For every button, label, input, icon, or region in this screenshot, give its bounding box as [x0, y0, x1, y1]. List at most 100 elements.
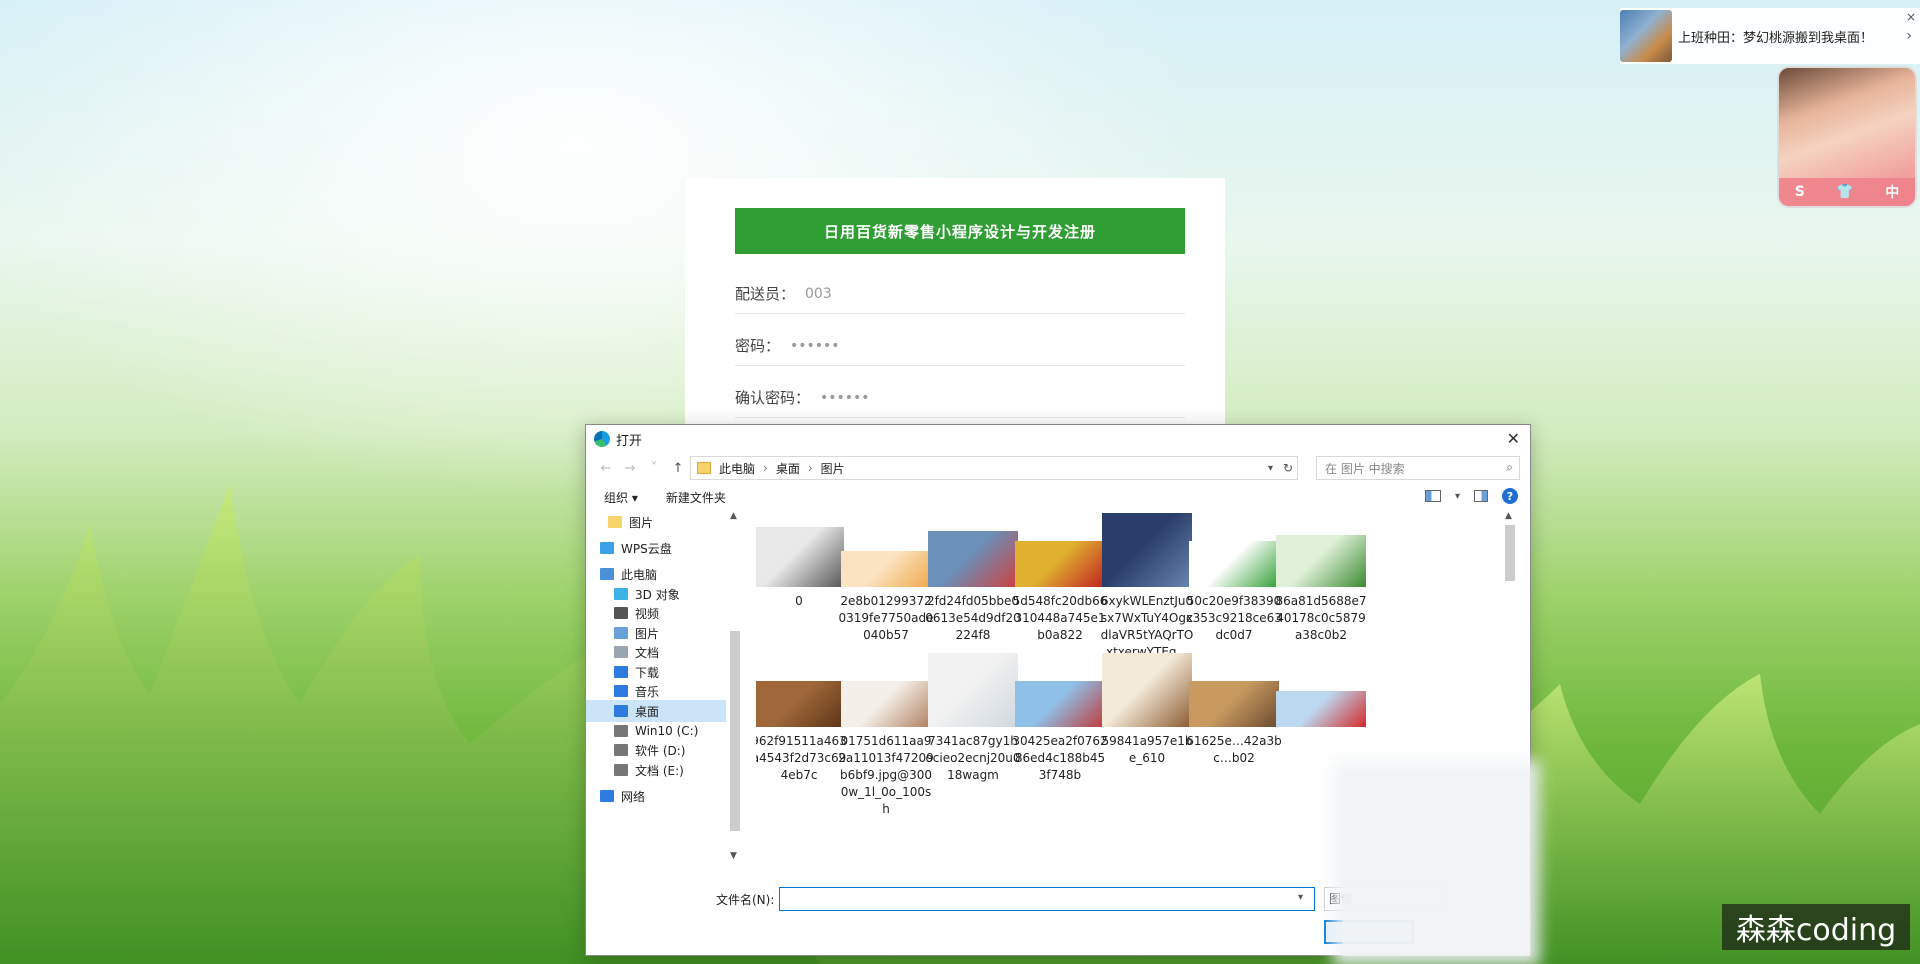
file-item[interactable]: 61625e…42a3bc…b02: [1186, 651, 1282, 767]
file-thumbnail: [1102, 513, 1192, 587]
back-arrow-icon[interactable]: ←: [594, 461, 618, 476]
notification-toast[interactable]: 上班种田：梦幻桃源搬到我桌面！ × ›: [1620, 8, 1920, 64]
nav-item[interactable]: 网络: [586, 785, 726, 807]
nav-item[interactable]: 视频: [586, 602, 726, 624]
nav-item-label: 音乐: [635, 684, 660, 699]
file-item[interactable]: 6xykWLEnztJu0sx7WxTuY4OgxdlaVR5tYAQrTOxt…: [1099, 511, 1195, 661]
forward-arrow-icon[interactable]: →: [618, 461, 642, 476]
nav-item[interactable]: 图片: [586, 511, 726, 533]
edge-logo-icon: [594, 431, 610, 447]
nav-item[interactable]: 音乐: [586, 680, 726, 702]
recent-chevron-icon[interactable]: ˅: [642, 461, 666, 476]
file-item[interactable]: 5d548fc20db66310448a745e1b0a822: [1012, 511, 1108, 644]
password-field[interactable]: 密码： ••••••: [735, 326, 1185, 366]
confirm-password-field[interactable]: 确认密码： ••••••: [735, 378, 1185, 418]
breadcrumb-pictures[interactable]: 图片: [821, 460, 845, 477]
chevron-down-icon[interactable]: ▾: [1298, 892, 1303, 903]
file-item[interactable]: 7341ac87gy1hocieo2ecnj20u018wagm: [925, 651, 1021, 784]
nav-item-label: 视频: [635, 606, 660, 621]
file-item[interactable]: 86a81d5688e740178c0c5879a38c0b2: [1273, 511, 1369, 644]
file-item[interactable]: [1273, 651, 1369, 733]
file-name: 7341ac87gy1hocieo2ecnj20u018wagm: [925, 734, 1021, 782]
nav-item[interactable]: 桌面: [586, 700, 726, 722]
file-thumbnail: [756, 527, 844, 587]
file-thumbnail: [1015, 541, 1105, 587]
nav-item-label: 网络: [621, 789, 646, 804]
help-icon[interactable]: ?: [1502, 488, 1518, 504]
password-value[interactable]: ••••••: [790, 338, 840, 354]
dialog-titlebar: 打开 ✕: [586, 425, 1530, 453]
file-item[interactable]: 30425ea2f076286ed4c188b453f748b: [1012, 651, 1108, 784]
file-thumbnail: [841, 551, 931, 587]
file-thumbnail: [1102, 653, 1192, 727]
file-item[interactable]: 962f91511a463a4543f2d73c694eb7c: [756, 651, 847, 784]
organize-button[interactable]: 组织 ▾: [604, 489, 638, 506]
courier-field[interactable]: 配送员： 003: [735, 274, 1185, 314]
nav-item-label: 文档: [635, 645, 660, 660]
video-icon: [614, 607, 628, 619]
toolbar-right: ▾ ?: [1424, 488, 1518, 504]
document-icon: [614, 646, 628, 658]
drive-icon: [614, 725, 628, 737]
file-item[interactable]: 0: [756, 511, 847, 610]
scroll-up-icon[interactable]: ▲: [730, 511, 737, 521]
dialog-toolbar: 组织 ▾ 新建文件夹 ▾ ?: [586, 483, 1530, 511]
breadcrumb-this-pc[interactable]: 此电脑: [719, 460, 755, 477]
file-name: 86a81d5688e740178c0c5879a38c0b2: [1275, 594, 1367, 642]
file-item[interactable]: 01751d611aa92a11013f47209b6bf9.jpg@3000w…: [838, 651, 934, 818]
preview-pane-icon[interactable]: [1474, 490, 1488, 502]
scroll-up-icon[interactable]: ▲: [1505, 511, 1512, 521]
nav-item[interactable]: 文档: [586, 641, 726, 663]
file-item[interactable]: 2fd24fd05bbe00613e54d9df20224f8: [925, 511, 1021, 644]
network-icon: [600, 790, 614, 802]
search-icon[interactable]: ⌕: [1506, 460, 1513, 475]
nav-item[interactable]: WPS云盘: [586, 537, 726, 559]
file-thumbnail: [1189, 681, 1279, 727]
cube-icon: [614, 588, 628, 600]
file-name: 0: [795, 594, 803, 608]
nav-item[interactable]: 软件 (D:): [586, 739, 726, 761]
file-scroll-thumb[interactable]: [1505, 525, 1515, 581]
new-folder-button[interactable]: 新建文件夹: [666, 489, 726, 506]
address-row: ← → ˅ ↑ 此电脑 › 桌面 › 图片 ▾ ↻ 在 图片 中搜索 ⌕: [586, 453, 1530, 483]
nav-item-label: 桌面: [635, 704, 660, 719]
nav-item[interactable]: 此电脑: [586, 563, 726, 585]
close-icon[interactable]: ×: [1906, 10, 1916, 24]
desktop-icon: [614, 705, 628, 717]
filename-input[interactable]: [779, 887, 1315, 911]
courier-value[interactable]: 003: [805, 286, 832, 302]
toast-text: 上班种田：梦幻桃源搬到我桌面！: [1678, 30, 1874, 46]
refresh-icon[interactable]: ↻: [1283, 461, 1293, 475]
confirm-password-value[interactable]: ••••••: [820, 390, 870, 406]
view-options-chevron-icon[interactable]: ▾: [1455, 491, 1460, 502]
drive-icon: [614, 764, 628, 776]
nav-item[interactable]: 文档 (E:): [586, 759, 726, 781]
nav-item-label: Win10 (C:): [635, 724, 699, 738]
file-item[interactable]: 2e8b012993720319fe7750ade040b57: [838, 511, 934, 644]
chevron-down-icon[interactable]: ▾: [1268, 463, 1273, 474]
breadcrumb-desktop[interactable]: 桌面: [776, 460, 800, 477]
chevron-right-icon[interactable]: ›: [1906, 28, 1912, 44]
avatar-widget[interactable]: S 👕 中: [1777, 66, 1917, 208]
scroll-down-icon[interactable]: ▼: [730, 851, 737, 861]
file-item[interactable]: 50c20e9f38390c353c9218ce63dc0d7: [1186, 511, 1282, 644]
nav-item-label: 图片: [635, 626, 660, 641]
search-input[interactable]: 在 图片 中搜索 ⌕: [1316, 456, 1520, 480]
change-view-icon[interactable]: [1424, 490, 1441, 502]
file-item[interactable]: 59841a957e1be_610: [1099, 651, 1195, 767]
breadcrumb-separator-icon: ›: [807, 461, 813, 475]
registration-title: 日用百货新零售小程序设计与开发注册: [735, 208, 1185, 254]
cloud-icon: [600, 542, 614, 554]
toast-thumbnail: [1620, 10, 1672, 62]
dialog-title: 打开: [616, 433, 643, 449]
music-icon: [614, 685, 628, 697]
file-name: 30425ea2f076286ed4c188b453f748b: [1012, 734, 1108, 782]
up-arrow-icon[interactable]: ↑: [666, 461, 690, 476]
file-name: 01751d611aa92a11013f47209b6bf9.jpg@3000w…: [838, 734, 934, 816]
close-icon[interactable]: ✕: [1507, 429, 1520, 448]
address-bar[interactable]: 此电脑 › 桌面 › 图片 ▾ ↻: [690, 456, 1298, 480]
nav-item-label: 文档 (E:): [635, 763, 684, 778]
nav-scrollbar[interactable]: ▲ ▼: [729, 511, 741, 861]
nav-scroll-thumb[interactable]: [730, 631, 740, 831]
nav-item-label: WPS云盘: [621, 541, 672, 556]
